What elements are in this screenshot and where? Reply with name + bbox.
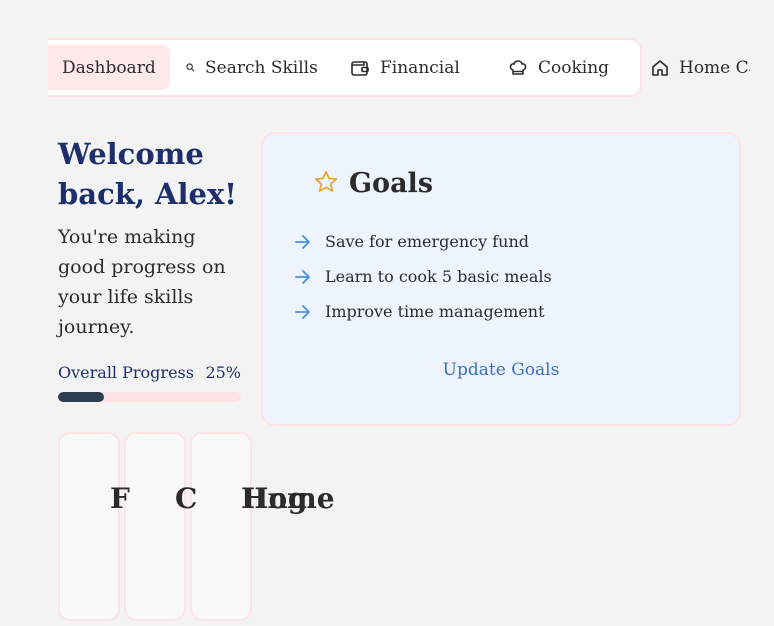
nav-item-dashboard[interactable]: Dashboard [48,45,170,90]
overall-progress-label: Overall Progress 25% [58,363,241,382]
goal-item: Save for emergency fund [295,224,552,259]
progress-bar-fill [58,392,104,402]
progress-label-text: Overall Progress [58,363,194,382]
goals-title: Goals [349,168,434,199]
nav-item-financial[interactable]: Financial [350,45,460,90]
nav-item-search-skills[interactable]: Search Skills [186,45,318,90]
welcome-title: Welcome back, Alex! [58,137,237,211]
goal-text: Improve time management [325,302,545,321]
arrow-right-icon [295,269,313,284]
nav-item-label: Financial [380,57,460,78]
goals-card: Goals Save for emergency fund Learn to c… [261,132,741,426]
skill-tile-label: Home [242,482,335,515]
nav-item-label: Search Skills [205,57,318,78]
chef-hat-icon [508,59,528,77]
goal-text: Learn to cook 5 basic meals [325,267,552,286]
top-nav-items: Dashboard Search Skills Financial Cookin… [48,38,750,97]
wallet-icon [350,59,370,77]
skill-tile-home[interactable] [190,432,252,621]
progress-value: 25% [205,363,241,382]
progress-bar [58,392,241,402]
arrow-right-icon [295,304,313,319]
nav-item-label: Cooking [538,57,610,78]
goal-item: Improve time management [295,294,552,329]
arrow-right-icon [295,234,313,249]
nav-item-home-care[interactable]: Home Ca [651,45,750,90]
nav-item-cooking[interactable]: Cooking [508,45,609,90]
skill-tile-financial[interactable] [58,432,120,621]
goal-text: Save for emergency fund [325,232,530,251]
update-goals-link[interactable]: Update Goals [263,360,739,380]
goal-item: Learn to cook 5 basic meals [295,259,552,294]
nav-item-label: Home Ca [679,57,750,78]
nav-item-label: Dashboard [62,57,156,78]
goals-list: Save for emergency fund Learn to cook 5 … [295,224,552,329]
search-icon [186,63,195,72]
star-icon [313,169,339,199]
skill-tile-cooking[interactable] [124,432,186,621]
home-icon [651,59,669,77]
welcome-subtitle: You're making good progress on your life… [58,226,226,338]
skill-tile-label: C [175,482,198,515]
goals-header: Goals [313,168,433,199]
skill-tile-label: F [110,482,130,515]
